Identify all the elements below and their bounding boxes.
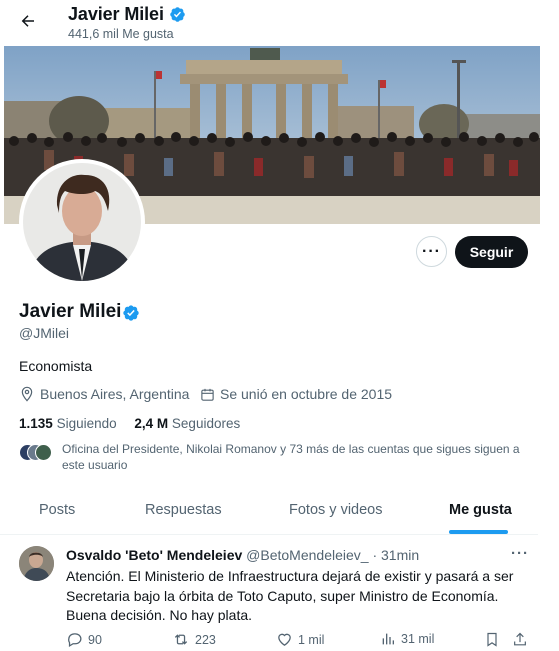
header-likes-count: 441,6 mil Me gusta bbox=[68, 27, 174, 41]
heart-icon bbox=[278, 633, 291, 646]
views-icon bbox=[382, 633, 394, 645]
location-pin-icon bbox=[21, 386, 33, 402]
joined-text: Se unió en octubre de 2015 bbox=[220, 386, 393, 402]
share-button[interactable] bbox=[512, 631, 533, 648]
followers-label: Seguidores bbox=[171, 416, 241, 431]
reply-count: 90 bbox=[88, 632, 102, 647]
tweet-more-button[interactable]: ··· bbox=[511, 545, 529, 562]
tweet-header: Osvaldo 'Beto' Mendeleiev @BetoMendeleie… bbox=[66, 547, 419, 563]
profile-more-button[interactable]: ··· bbox=[416, 236, 447, 267]
like-button[interactable]: 1 mil bbox=[276, 631, 324, 648]
tweet-author-name[interactable]: Osvaldo 'Beto' Mendeleiev bbox=[66, 547, 242, 563]
following-link[interactable]: 1.135 Siguiendo bbox=[19, 416, 117, 431]
profile-tabs: Posts Respuestas Fotos y videos Me gusta bbox=[0, 492, 538, 535]
verified-badge-icon bbox=[170, 7, 185, 22]
profile-page: Javier Milei 441,6 mil Me gusta ··· Segu… bbox=[0, 0, 559, 651]
reply-icon bbox=[68, 633, 82, 648]
tab-posts[interactable]: Posts bbox=[39, 502, 75, 518]
calendar-icon bbox=[201, 388, 214, 401]
tweet-author-avatar[interactable] bbox=[19, 546, 54, 581]
location-text: Buenos Aires, Argentina bbox=[40, 386, 190, 402]
repost-count: 223 bbox=[195, 632, 216, 647]
profile-handle: @JMilei bbox=[19, 325, 69, 341]
profile-location: Buenos Aires, Argentina bbox=[19, 386, 189, 402]
profile-name: Javier Milei bbox=[19, 301, 122, 322]
views-count: 31 mil bbox=[401, 632, 435, 646]
arrow-left-icon bbox=[21, 15, 34, 27]
repost-button[interactable]: 223 bbox=[172, 631, 216, 648]
tweet-avatar-image bbox=[19, 546, 54, 581]
tab-replies[interactable]: Respuestas bbox=[145, 502, 222, 518]
followers-count: 2,4 M bbox=[134, 416, 169, 431]
followers-link[interactable]: 2,4 M Seguidores bbox=[134, 416, 240, 431]
tab-media[interactable]: Fotos y videos bbox=[289, 502, 383, 518]
following-label: Siguiendo bbox=[56, 416, 117, 431]
views-button[interactable]: 31 mil bbox=[380, 631, 434, 647]
tweet-text: Atención. El Ministerio de Infraestructu… bbox=[66, 568, 514, 623]
avatar-image bbox=[23, 163, 141, 281]
profile-avatar[interactable] bbox=[19, 159, 145, 285]
bookmark-button[interactable] bbox=[484, 631, 505, 648]
back-button[interactable] bbox=[17, 10, 39, 32]
more-dots-icon: ··· bbox=[422, 242, 441, 260]
like-count: 1 mil bbox=[298, 632, 325, 647]
profile-bio: Economista bbox=[19, 358, 93, 374]
profile-header: Javier Milei 441,6 mil Me gusta bbox=[0, 0, 559, 46]
reply-button[interactable]: 90 bbox=[66, 631, 102, 648]
known-followers-text: Oficina del Presidente, Nikolai Romanov … bbox=[62, 442, 520, 472]
profile-stats: 1.135 Siguiendo 2,4 M Seguidores bbox=[19, 416, 254, 431]
tab-likes[interactable]: Me gusta bbox=[449, 502, 512, 518]
profile-joined: Se unió en octubre de 2015 bbox=[200, 386, 392, 402]
tweet[interactable]: Osvaldo 'Beto' Mendeleiev @BetoMendeleie… bbox=[0, 535, 538, 651]
following-count: 1.135 bbox=[19, 416, 53, 431]
repost-icon bbox=[174, 634, 188, 645]
follow-button[interactable]: Seguir bbox=[455, 236, 528, 268]
known-followers-avatars bbox=[19, 444, 55, 461]
active-tab-indicator bbox=[449, 530, 508, 534]
tweet-actions: 90 223 1 mil 31 mil bbox=[66, 631, 536, 651]
header-title: Javier Milei bbox=[68, 4, 164, 24]
share-icon bbox=[514, 632, 526, 646]
verified-badge-icon[interactable] bbox=[122, 304, 140, 322]
bookmark-icon bbox=[487, 632, 497, 647]
known-follower-avatar bbox=[35, 444, 52, 461]
tweet-timestamp[interactable]: · 31min bbox=[372, 547, 419, 563]
tweet-author-handle[interactable]: @BetoMendeleiev_ bbox=[246, 547, 368, 563]
